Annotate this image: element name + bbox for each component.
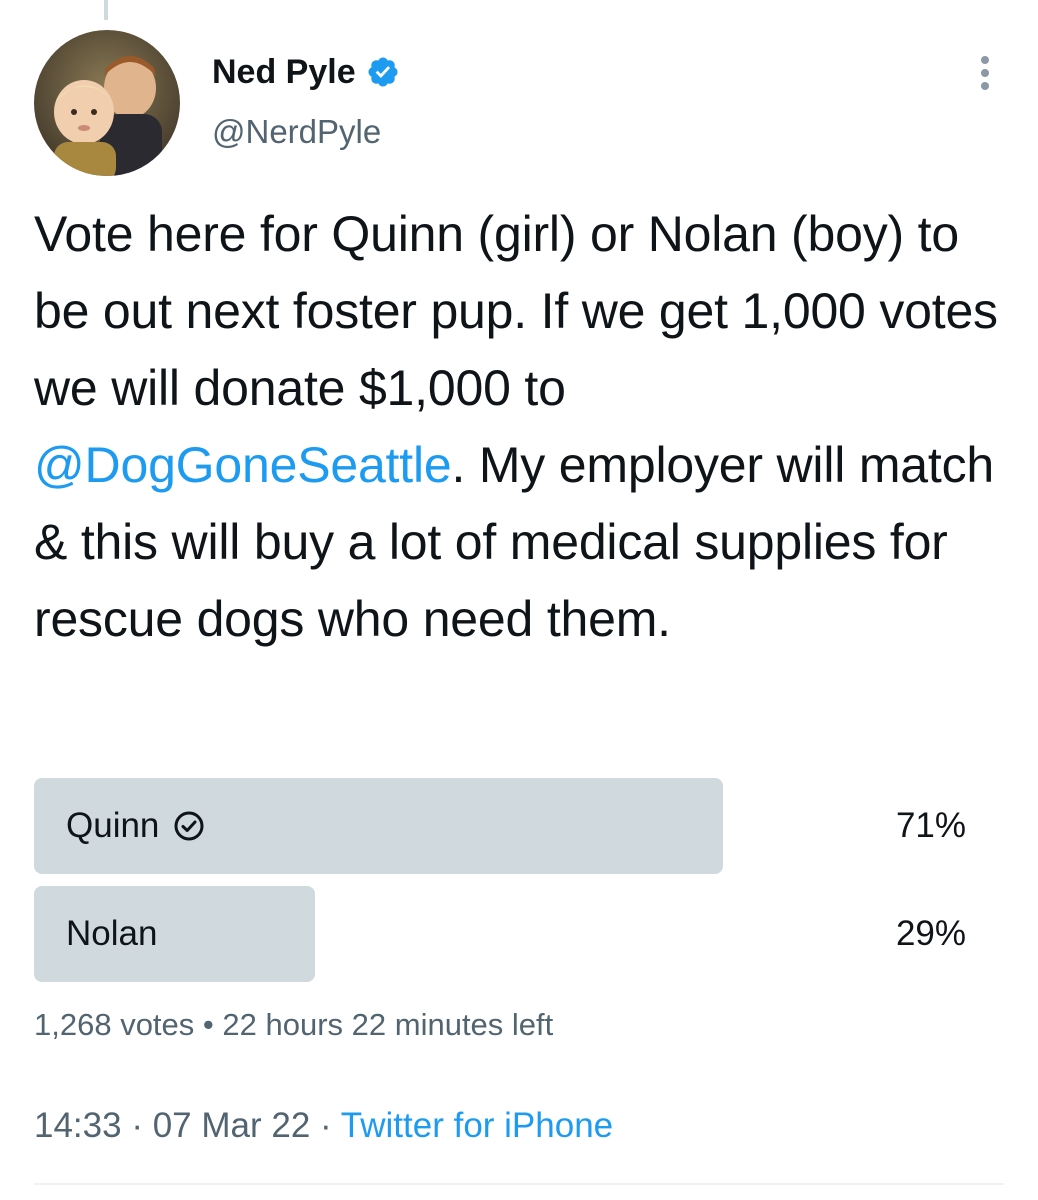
poll-separator: • — [202, 1007, 214, 1042]
tweet-text: Vote here for Quinn (girl) or Nolan (boy… — [34, 196, 1009, 658]
tweet-date[interactable]: 07 Mar 22 — [153, 1106, 311, 1145]
poll-vote-count: 1,268 votes — [34, 1007, 195, 1042]
tweet-timestamp-row: 14:33 · 07 Mar 22 · Twitter for iPhone — [34, 1104, 613, 1148]
tweet-text-part: Vote here for Quinn (girl) or Nolan (boy… — [34, 206, 998, 416]
meta-separator: · — [131, 1106, 143, 1145]
poll-option-text: Nolan — [66, 914, 158, 953]
author-name-row: Ned Pyle — [212, 52, 400, 92]
check-circle-icon — [173, 810, 205, 842]
poll-option-label: Quinn — [66, 778, 205, 874]
author-handle[interactable]: @NerdPyle — [212, 112, 381, 152]
tweet-source-link[interactable]: Twitter for iPhone — [341, 1106, 613, 1145]
tweet-time[interactable]: 14:33 — [34, 1106, 122, 1145]
author-name[interactable]: Ned Pyle — [212, 52, 356, 92]
poll-option-quinn: Quinn 71% — [34, 778, 1004, 874]
avatar-image — [34, 30, 180, 176]
poll-option-percent: 29% — [895, 914, 966, 953]
poll-option-nolan: Nolan 29% — [34, 886, 1004, 982]
poll-option-percent: 71% — [895, 806, 966, 845]
thread-connector-line — [104, 0, 108, 20]
poll-time-left: 22 hours 22 minutes left — [222, 1007, 554, 1042]
poll-option-text: Quinn — [66, 806, 160, 845]
poll: Quinn 71% Nolan 29% — [34, 778, 1004, 994]
more-vertical-icon[interactable] — [970, 54, 1000, 94]
poll-option-label: Nolan — [66, 886, 157, 982]
divider — [34, 1183, 1004, 1185]
avatar[interactable] — [34, 30, 180, 176]
meta-separator: · — [320, 1106, 332, 1145]
poll-summary: 1,268 votes • 22 hours 22 minutes left — [34, 1005, 553, 1045]
verified-badge-icon — [366, 55, 400, 89]
mention-link[interactable]: @DogGoneSeattle — [34, 437, 452, 493]
